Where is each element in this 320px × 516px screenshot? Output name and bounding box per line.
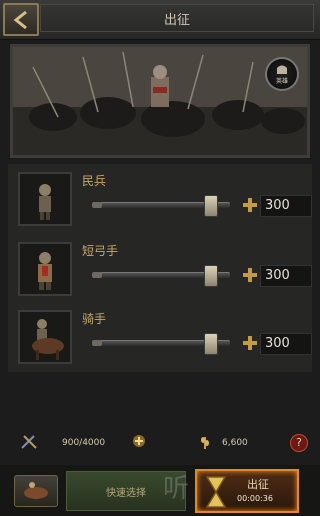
soldier-capacity-icon (21, 435, 37, 449)
troop-slider[interactable] (92, 195, 230, 217)
troop-slider[interactable] (92, 333, 230, 355)
troop-row-archer: 短弓手 300 (14, 238, 318, 300)
resource-row: 900/4000 6,600 (0, 428, 320, 456)
watermark-glyph: 听 (163, 474, 190, 504)
rider-figure (32, 319, 64, 360)
increase-button[interactable] (242, 267, 258, 283)
troop-slider[interactable] (92, 265, 230, 287)
militia-portrait (18, 172, 72, 226)
increase-button[interactable] (242, 335, 258, 351)
battle-illustration (13, 47, 307, 155)
food-amount-text: 6,600 (222, 438, 248, 448)
formation-button[interactable] (14, 475, 58, 507)
march-timer: 00:00:36 (237, 494, 273, 503)
archer-figure (38, 252, 52, 290)
hero-helmet-icon (277, 65, 287, 74)
troop-panel: 民兵 300 短弓手 300 骑手 300 (8, 164, 312, 372)
food-wheat-icon (201, 437, 209, 449)
slider-handle[interactable] (203, 333, 218, 355)
troop-count-field[interactable]: 300 (260, 195, 312, 217)
add-capacity-icon[interactable] (132, 434, 146, 448)
hero-badge[interactable]: 英雄 (265, 57, 299, 91)
archer-portrait (18, 242, 72, 296)
troop-count-field[interactable]: 300 (260, 265, 312, 287)
rider-portrait (18, 310, 72, 364)
march-button[interactable]: 出征 00:00:36 (195, 469, 299, 513)
quick-select-label: 快速选择 (106, 487, 146, 499)
slider-handle[interactable] (203, 265, 218, 287)
troop-name: 短弓手 (82, 244, 119, 258)
battle-banner: 英雄 (10, 44, 310, 158)
page-title-plate: 出征 (40, 4, 314, 32)
bottom-bar: 快速选择 出征 00:00:36 (0, 465, 320, 516)
hero-badge-label: 英雄 (275, 78, 288, 85)
march-hourglass-icon (205, 476, 227, 508)
troop-count-field[interactable]: 300 (260, 333, 312, 355)
top-bar: 出征 (0, 0, 320, 40)
militia-figure (39, 184, 51, 220)
troop-name: 骑手 (82, 312, 107, 326)
slider-handle[interactable] (203, 195, 218, 217)
back-button[interactable] (3, 3, 39, 36)
cavalry-icon (24, 482, 48, 499)
increase-button[interactable] (242, 197, 258, 213)
page-title: 出征 (163, 12, 190, 28)
troop-row-militia: 民兵 300 (14, 168, 318, 230)
troop-capacity-text: 900/4000 (62, 438, 106, 448)
march-label: 出征 (247, 478, 269, 491)
back-arrow-icon (13, 10, 27, 29)
troop-row-rider: 骑手 300 (14, 306, 318, 368)
troop-name: 民兵 (82, 174, 107, 188)
help-icon[interactable]: ? (290, 434, 308, 452)
